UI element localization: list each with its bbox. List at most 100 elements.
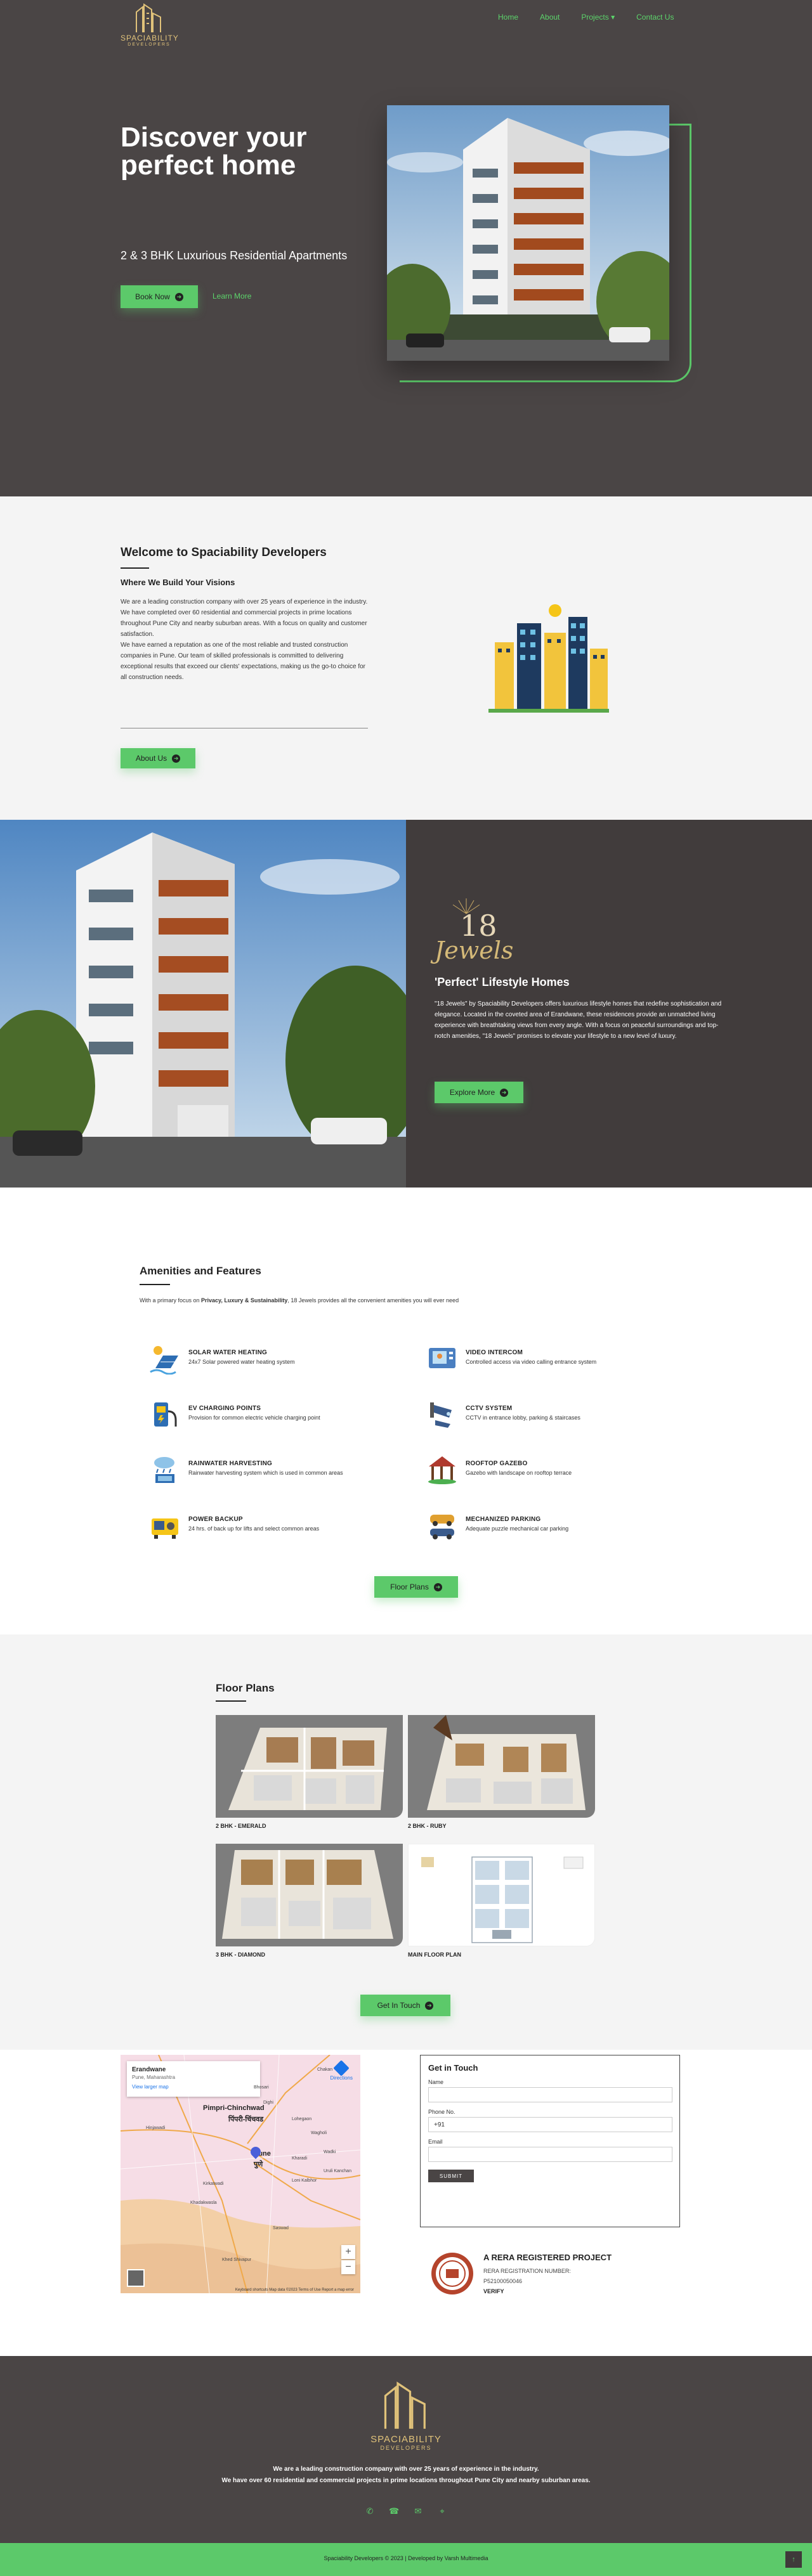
- back-to-top-button[interactable]: ↑: [785, 2551, 802, 2568]
- learn-more-link[interactable]: Learn More: [213, 292, 251, 301]
- floor-plans-button[interactable]: Floor Plans ➜: [374, 1576, 458, 1598]
- floor-plan-image: [408, 1715, 595, 1818]
- google-map[interactable]: Erandwane Pune, Maharashtra View larger …: [121, 2055, 360, 2293]
- amenity-name: RAINWATER HARVESTING: [188, 1460, 272, 1467]
- location-pin-icon[interactable]: ⌖: [437, 2506, 447, 2516]
- name-field[interactable]: [428, 2087, 672, 2102]
- amenity-name: SOLAR WATER HEATING: [188, 1349, 267, 1356]
- welcome-title: Welcome to Spaciability Developers: [121, 546, 327, 559]
- amenity-item: POWER BACKUP 24 hrs. of back up for lift…: [149, 1510, 416, 1548]
- amenity-name: EV CHARGING POINTS: [188, 1405, 261, 1412]
- floor-plan-image: [408, 1844, 595, 1946]
- jewels-title: 'Perfect' Lifestyle Homes: [435, 976, 570, 988]
- email-icon[interactable]: ✉: [413, 2506, 423, 2516]
- nav-about[interactable]: About: [540, 13, 560, 22]
- form-title: Get in Touch: [428, 2063, 478, 2073]
- map-label: Khed Shivapur: [222, 2258, 251, 2262]
- rera-title: A RERA REGISTERED PROJECT: [483, 2253, 612, 2262]
- map-thumbnail-icon[interactable]: [127, 2269, 145, 2287]
- floor-plans-title: Floor Plans: [216, 1682, 275, 1694]
- amenity-name: POWER BACKUP: [188, 1516, 243, 1523]
- amenities-section: Amenities and Features With a primary fo…: [0, 1188, 812, 1634]
- floor-plans-section: Floor Plans 2 BHK - EMERALD 2 BHK - RUBY: [0, 1634, 812, 2050]
- phone-field[interactable]: [428, 2117, 672, 2132]
- get-in-touch-button[interactable]: Get In Touch ➜: [360, 1995, 450, 2016]
- amenity-desc: 24x7 Solar powered water heating system: [188, 1359, 295, 1365]
- book-now-button[interactable]: Book Now ➜: [121, 285, 198, 308]
- building-logo-icon: [384, 2381, 426, 2429]
- amenity-desc: Provision for common electric vehicle ch…: [188, 1414, 320, 1421]
- footer-logo[interactable]: SPACIABILITY DEVELOPERS: [368, 2381, 444, 2451]
- explore-more-button[interactable]: Explore More ➜: [435, 1082, 523, 1103]
- jewels-logo-word: Jewels: [435, 936, 514, 964]
- floor-plan-card[interactable]: 2 BHK - EMERALD: [216, 1715, 403, 1829]
- generator-icon: [152, 1518, 178, 1539]
- welcome-text: We are a leading construction company wi…: [121, 597, 371, 683]
- map-city-pune-marathi: पुणे: [254, 2161, 263, 2168]
- map-label: Uruli Kanchan: [324, 2169, 351, 2173]
- nav-home[interactable]: Home: [498, 13, 518, 22]
- nav-projects[interactable]: Projects ▾: [581, 13, 615, 22]
- zoom-in-button[interactable]: +: [341, 2245, 355, 2259]
- directions-icon: [333, 2060, 350, 2076]
- welcome-paragraph-2: We have earned a reputation as one of th…: [121, 642, 366, 681]
- email-field[interactable]: [428, 2147, 672, 2162]
- amenity-item: SOLAR WATER HEATING 24x7 Solar powered w…: [149, 1343, 416, 1381]
- footer-logo-text: SPACIABILITY: [370, 2434, 442, 2445]
- gazebo-icon: [428, 1456, 456, 1484]
- amenities-intro-bold: Privacy, Luxury & Sustainability: [201, 1297, 288, 1304]
- floor-plans-label: Floor Plans: [390, 1582, 429, 1591]
- amenity-name: MECHANIZED PARKING: [466, 1516, 541, 1523]
- map-label: Bhosari: [254, 2085, 269, 2090]
- cctv-icon: [430, 1402, 452, 1428]
- rera-reg-number: P52100050046: [483, 2278, 523, 2284]
- floor-plan-card[interactable]: 3 BHK - DIAMOND: [216, 1844, 403, 1958]
- phone-label: Phone No.: [428, 2109, 455, 2115]
- rera-badge-icon: [431, 2253, 473, 2294]
- submit-button[interactable]: SUBMIT: [428, 2170, 474, 2182]
- floor-plan-label: 2 BHK - RUBY: [408, 1823, 447, 1829]
- floor-plan-image: [216, 1715, 403, 1818]
- solar-panel-icon: [150, 1346, 178, 1375]
- zoom-out-button[interactable]: −: [341, 2260, 355, 2274]
- directions-button[interactable]: Directions: [330, 2060, 353, 2081]
- arrow-right-icon: ➜: [500, 1088, 509, 1097]
- whatsapp-icon[interactable]: ✆: [365, 2506, 375, 2516]
- contact-section: Erandwane Pune, Maharashtra View larger …: [0, 2050, 812, 2356]
- building-logo-icon: [136, 3, 161, 32]
- map-label: Chakan: [317, 2068, 333, 2072]
- jewels-text: "18 Jewels" by Spaciability Developers o…: [435, 1000, 722, 1040]
- amenities-intro-suffix: , 18 Jewels provides all the convenient …: [287, 1297, 459, 1304]
- map-footer: Keyboard shortcuts Map data ©2023 Terms …: [235, 2288, 354, 2292]
- amenities-intro: With a primary focus on Privacy, Luxury …: [140, 1297, 459, 1304]
- view-larger-map-link[interactable]: View larger map: [132, 2084, 255, 2090]
- map-place-title: Erandwane: [132, 2066, 166, 2073]
- map-label: Wadki: [324, 2150, 336, 2154]
- city-buildings-illustration: [482, 598, 615, 718]
- map-label: Hinjawadi: [146, 2126, 166, 2130]
- amenity-item: RAINWATER HARVESTING Rainwater harvestin…: [149, 1454, 416, 1492]
- map-place-sub: Pune, Maharashtra: [132, 2074, 176, 2080]
- rainwater-icon: [154, 1457, 174, 1483]
- floor-plan-card[interactable]: MAIN FLOOR PLAN: [408, 1844, 595, 1958]
- chevron-down-icon: ▾: [611, 13, 615, 22]
- amenity-item: VIDEO INTERCOM Controlled access via vid…: [426, 1343, 693, 1381]
- video-intercom-icon: [429, 1348, 455, 1368]
- amenity-name: VIDEO INTERCOM: [466, 1349, 523, 1356]
- logo-subtext: DEVELOPERS: [128, 42, 171, 47]
- rera-verify-link[interactable]: VERIFY: [483, 2288, 504, 2294]
- amenity-desc: Rainwater harvesting system which is use…: [188, 1470, 343, 1476]
- phone-icon[interactable]: ☎: [389, 2506, 399, 2516]
- jewels-section: 18 Jewels 'Perfect' Lifestyle Homes "18 …: [0, 820, 812, 1188]
- footer-line-2: We have over 60 residential and commerci…: [221, 2477, 591, 2484]
- amenity-desc: Controlled access via video calling entr…: [466, 1359, 597, 1365]
- amenity-item: ROOFTOP GAZEBO Gazebo with landscape on …: [426, 1454, 693, 1492]
- rera-reg-label: RERA REGISTRATION NUMBER:: [483, 2268, 571, 2274]
- about-us-label: About Us: [135, 754, 167, 763]
- nav-contact[interactable]: Contact Us: [636, 13, 674, 22]
- about-us-button[interactable]: About Us ➜: [121, 748, 195, 768]
- brand-logo[interactable]: SPACIABILITY DEVELOPERS: [121, 3, 178, 54]
- floor-plan-label: 2 BHK - EMERALD: [216, 1823, 266, 1829]
- floor-plan-card[interactable]: 2 BHK - RUBY: [408, 1715, 595, 1829]
- amenity-item: EV CHARGING POINTS Provision for common …: [149, 1399, 416, 1437]
